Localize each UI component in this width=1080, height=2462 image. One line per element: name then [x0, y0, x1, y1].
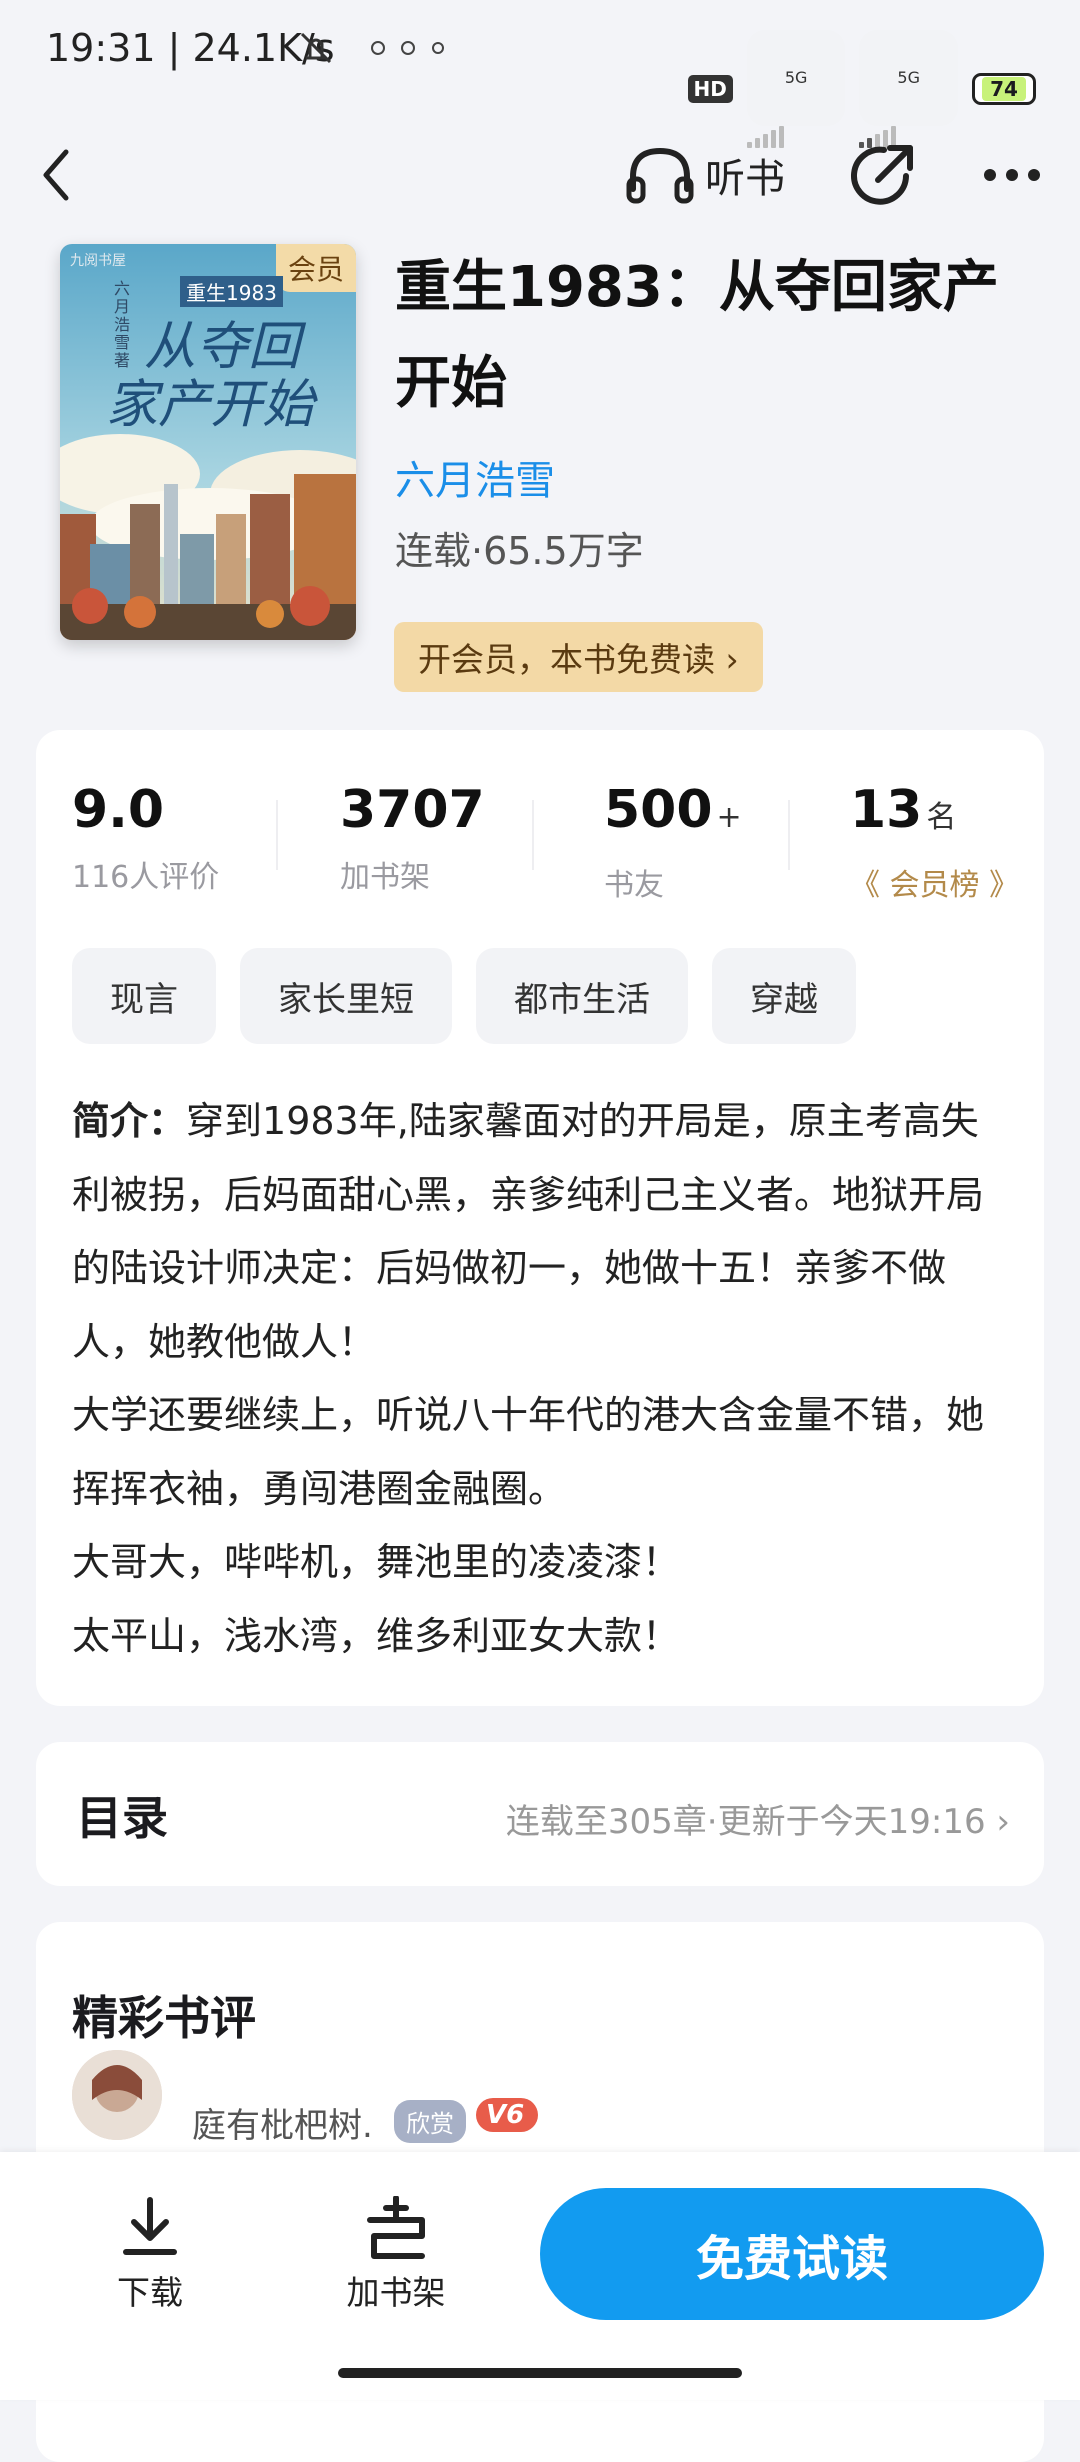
tag-item[interactable]: 穿越: [712, 948, 856, 1044]
cover-title-line2: 家产开始: [106, 375, 315, 435]
status-right: HD 5G 5G 74: [687, 30, 1036, 148]
status-time: 19:31 | 24.1K/s: [46, 26, 335, 70]
tag-item[interactable]: 都市生活: [476, 948, 688, 1044]
reviewer-level-badge: V6: [476, 2098, 539, 2132]
toc-title: 目录: [76, 1791, 168, 1845]
author-link[interactable]: 六月浩雪: [395, 448, 555, 506]
more-button[interactable]: [982, 140, 1052, 210]
battery-indicator: 74: [972, 73, 1036, 105]
more-dots-icon: [984, 169, 1040, 181]
vip-banner-button[interactable]: 开会员，本书免费读 ›: [394, 622, 763, 692]
stat-readers[interactable]: 500 + 书友: [604, 780, 844, 904]
synopsis-line: 太平山，浅水湾，维多利亚女大款！: [72, 1613, 681, 1658]
book-meta: 连载·65.5万字: [395, 529, 644, 573]
signal-1: 5G: [746, 30, 846, 148]
book-cover[interactable]: 会员 九阅书屋 重生1983 六月浩雪著 从夺回 家产开始: [60, 244, 356, 640]
share-icon: [851, 145, 913, 205]
signal-2: 5G: [859, 30, 958, 148]
add-shelf-icon: [367, 2196, 425, 2259]
synopsis-line: 大哥大，哔哔机，舞池里的凌凌漆！: [72, 1540, 681, 1584]
reviews-title: 精彩书评: [72, 1991, 256, 2045]
tag-item[interactable]: 现言: [72, 948, 216, 1044]
synopsis-line: 穿到1983年,陆家馨面对的开局是，原主考高失利被拐，后妈面甜心黑，亲爹纯利己主…: [72, 1099, 985, 1364]
vip-badge: 会员: [276, 244, 356, 292]
stat-divider: [276, 800, 278, 870]
book-title: 重生1983：从夺回家产开始: [395, 255, 999, 416]
stat-divider: [532, 800, 534, 870]
stats-row: 9.0 116人评价 3707 加书架 500 + 书友 13 名 《 会员榜 》: [36, 780, 1044, 903]
share-button[interactable]: [848, 140, 918, 210]
status-icons: [300, 32, 444, 64]
download-button[interactable]: 下载: [70, 2196, 230, 2314]
toc-update-info: 连载至305章·更新于今天19:16 ›: [505, 1802, 1010, 1842]
cover-series: 重生1983: [180, 276, 283, 307]
free-read-button[interactable]: 免费试读: [540, 2188, 1044, 2320]
back-button[interactable]: [40, 140, 90, 210]
status-bar: 19:31 | 24.1K/s HD 5G 5G 74: [0, 0, 1080, 148]
reviewer-avatar[interactable]: [72, 2050, 162, 2140]
synopsis[interactable]: 简介：穿到1983年,陆家馨面对的开局是，原主考高失利被拐，后妈面甜心黑，亲爹纯…: [72, 1085, 1002, 1673]
listen-button[interactable]: 听书: [625, 140, 785, 210]
download-icon: [123, 2197, 177, 2255]
headphones-icon: [626, 147, 694, 204]
home-indicator[interactable]: [338, 2368, 742, 2378]
synopsis-heading: 简介：: [72, 1099, 187, 1143]
cover-author: 六月浩雪著: [114, 279, 131, 370]
listen-label: 听书: [705, 156, 785, 202]
cover-publisher: 九阅书屋: [70, 253, 126, 269]
back-chevron-icon: [43, 149, 69, 201]
add-shelf-button[interactable]: 加书架: [316, 2196, 476, 2314]
synopsis-line: 大学还要继续上，听说八十年代的港大含金量不错，她挥挥衣袖，勇闯港圈金融圈。: [72, 1393, 985, 1511]
stat-shelf: 3707 加书架: [340, 780, 485, 895]
stat-vip-rank[interactable]: 13 名 《 会员榜 》: [850, 780, 1080, 904]
stat-divider: [788, 800, 790, 870]
tag-item[interactable]: 家长里短: [240, 948, 452, 1044]
avatar-image: [72, 2050, 162, 2140]
reviewer-name[interactable]: 庭有枇杷树.: [192, 2098, 373, 2147]
hd-badge: HD: [687, 75, 733, 103]
reviewer-appreciation-badge: 欣赏: [394, 2100, 466, 2143]
tag-list: 现言 家长里短 都市生活 穿越: [72, 948, 856, 1044]
